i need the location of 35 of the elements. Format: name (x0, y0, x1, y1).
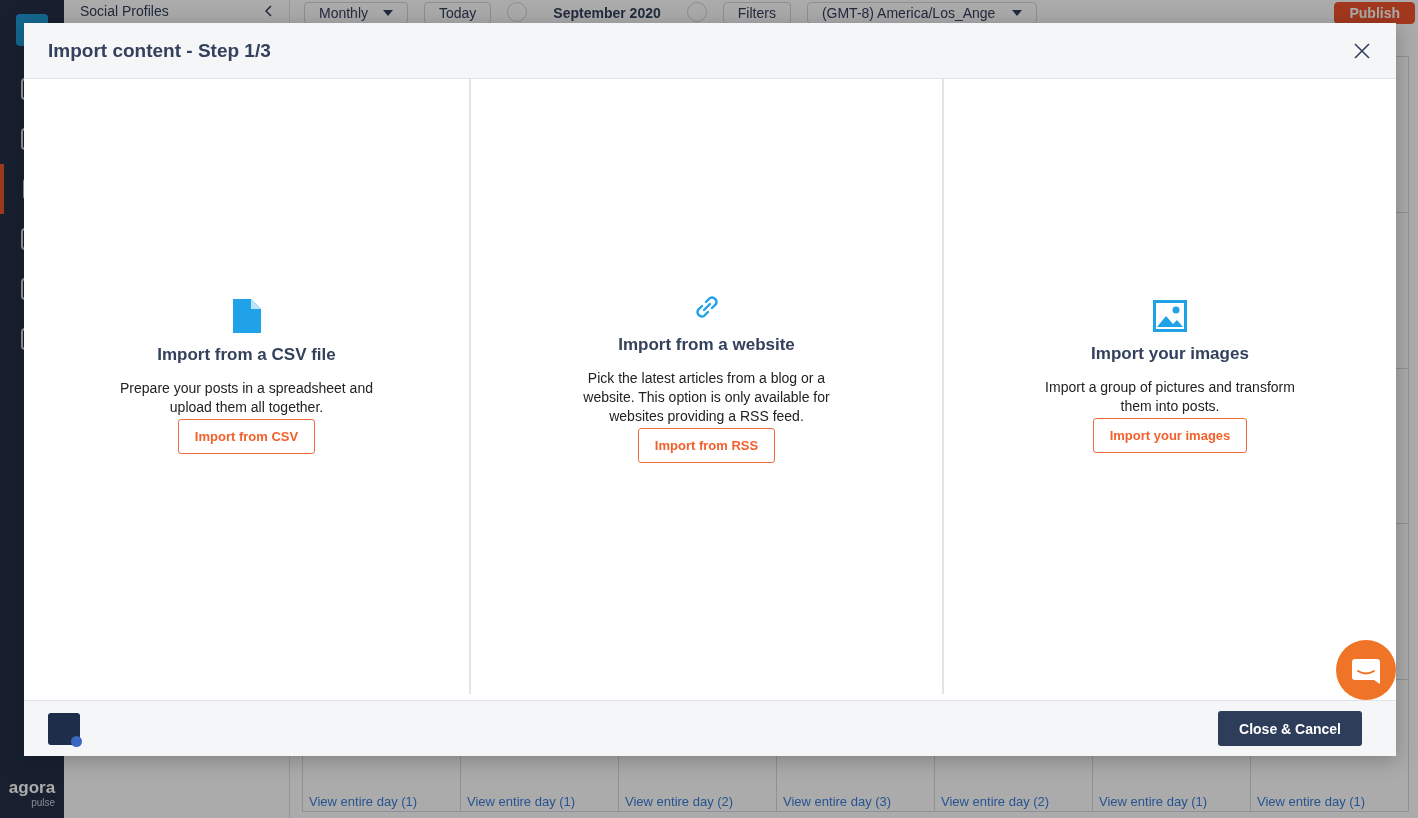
option-title: Import your images (1091, 344, 1249, 364)
filters-button[interactable]: Filters (722, 2, 791, 24)
view-day-link[interactable]: View entire day (1) (1099, 794, 1208, 809)
view-day-link[interactable]: View entire day (2) (625, 794, 734, 809)
option-description: Import a group of pictures and transform them into posts. (1044, 378, 1296, 416)
close-cancel-button[interactable]: Close & Cancel (1218, 711, 1362, 746)
timezone-select[interactable]: (GMT-8) America/Los_Ange (806, 2, 1037, 24)
view-day-link[interactable]: View entire day (1) (467, 794, 576, 809)
image-icon (1153, 300, 1187, 332)
view-day-link[interactable]: View entire day (3) (783, 794, 892, 809)
panel-title: Social Profiles (80, 3, 169, 19)
import-button[interactable]: Import from CSV (177, 419, 316, 454)
close-icon[interactable] (1354, 42, 1370, 59)
collapse-icon[interactable] (263, 5, 275, 17)
profile-avatar (48, 712, 80, 745)
option-description: Prepare your posts in a spreadsheet and upload them all together. (119, 379, 374, 417)
view-select[interactable]: Monthly (304, 2, 408, 24)
import-button[interactable]: Import from RSS (637, 427, 776, 463)
caret-icon (1011, 10, 1022, 16)
modal-title: Import content - Step 1/3 (48, 39, 271, 62)
view-day-link[interactable]: View entire day (2) (941, 794, 1050, 809)
option-title: Import from a website (618, 334, 795, 355)
month-label: September 2020 (552, 4, 662, 21)
today-button[interactable]: Today (424, 2, 492, 24)
option-title: Import from a CSV file (157, 345, 336, 365)
brand-subname: pulse (31, 797, 56, 808)
view-day-link[interactable]: View entire day (1) (309, 794, 418, 809)
view-day-link[interactable]: View entire day (1) (1257, 794, 1366, 809)
option-description: Pick the latest articles from a blog or a website. This option is only available for websites providing a RSS feed. (582, 368, 831, 426)
brand-name: agora (8, 779, 56, 797)
file-icon (232, 299, 261, 333)
caret-icon (383, 10, 393, 16)
publish-button[interactable]: Publish (1334, 2, 1415, 24)
import-button[interactable]: Import your images (1092, 418, 1248, 453)
chat-button[interactable] (1336, 640, 1396, 700)
